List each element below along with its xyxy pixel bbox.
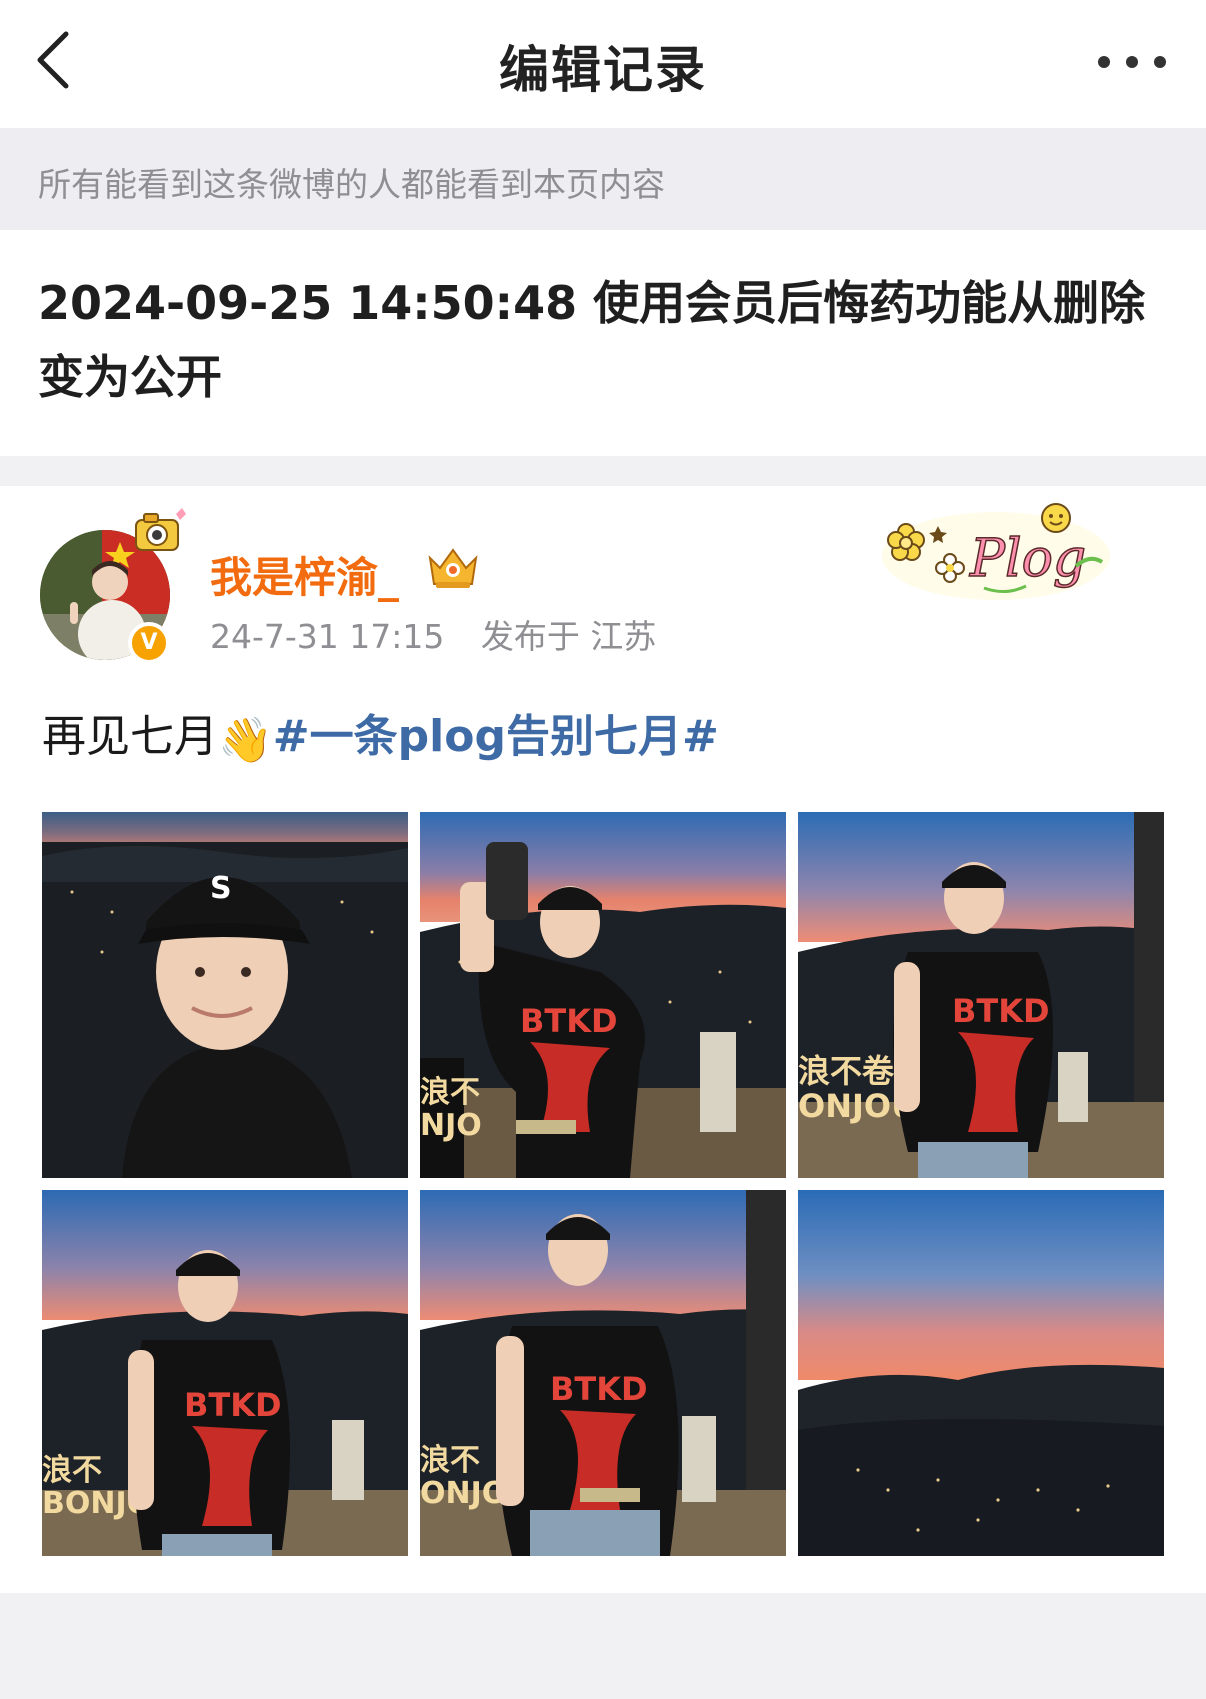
svg-text:Plog: Plog (969, 529, 1086, 589)
svg-text:S: S (210, 871, 232, 906)
verified-badge-icon: V (128, 622, 170, 664)
photo-grid: S 浪不 NJO BTKD 浪不卷 ONJOUR BTKD 浪不 BONJOU … (42, 812, 1164, 1556)
edit-record-entry: 2024-09-25 14:50:48 使用会员后悔药功能从删除变为公开 (0, 230, 1206, 456)
page-bottom-area (0, 1593, 1206, 1699)
photo-4[interactable]: 浪不 BONJOU BTKD (42, 1190, 408, 1556)
waving-hand-emoji: 👋 (218, 715, 273, 766)
vip-crown-icon[interactable] (424, 544, 482, 592)
post-text-body: 再见七月 (42, 711, 218, 762)
weibo-post-card: V 我是梓渝_ 24-7-31 17:15 发布于 江苏 Plog 再见七月👋#… (0, 486, 1206, 1593)
photo-6[interactable] (798, 1190, 1164, 1556)
photo-1[interactable]: S (42, 812, 408, 1178)
post-location: 发布于 江苏 (480, 617, 657, 656)
svg-text:BTKD: BTKD (952, 992, 1050, 1030)
camera-avatar-pendant-icon (116, 502, 200, 562)
notice-text: 所有能看到这条微博的人都能看到本页内容 (38, 165, 665, 204)
post-time: 24-7-31 17:15 (210, 617, 445, 656)
topic-link[interactable]: #一条plog告别七月# (273, 711, 719, 762)
svg-text:浪不NJO: 浪不 NJO (420, 1075, 482, 1143)
plog-sticker-icon: Plog (876, 496, 1112, 606)
edit-record-text: 2024-09-25 14:50:48 使用会员后悔药功能从删除变为公开 (38, 276, 1146, 404)
svg-text:BTKD: BTKD (550, 1370, 648, 1408)
author-name[interactable]: 我是梓渝_ (210, 544, 399, 605)
visibility-notice: 所有能看到这条微博的人都能看到本页内容 (0, 128, 1206, 230)
page-title: 编辑记录 (499, 41, 707, 99)
photo-3[interactable]: 浪不卷 ONJOUR BTKD (798, 812, 1164, 1178)
more-options-icon[interactable] (1094, 52, 1170, 72)
post-content: 再见七月👋#一条plog告别七月# (42, 700, 719, 766)
photo-2[interactable]: 浪不 NJO BTKD (420, 812, 786, 1178)
photo-5[interactable]: 浪不 ONJO BTKD (420, 1190, 786, 1556)
navigation-bar: 编辑记录 (0, 0, 1206, 128)
svg-text:BTKD: BTKD (520, 1002, 618, 1040)
post-meta: 24-7-31 17:15 发布于 江苏 (210, 610, 682, 658)
svg-text:BTKD: BTKD (184, 1386, 282, 1424)
author-avatar-group[interactable]: V (40, 508, 186, 664)
